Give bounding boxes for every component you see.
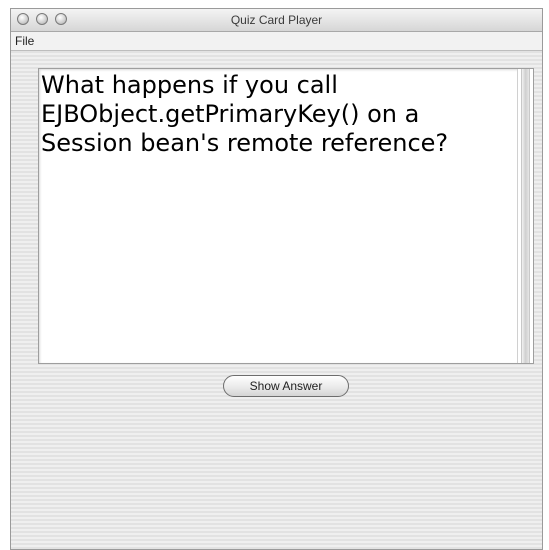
scrollbar-thumb[interactable] xyxy=(521,69,530,363)
menu-file[interactable]: File xyxy=(15,34,34,48)
vertical-scrollbar[interactable] xyxy=(517,69,533,363)
window-title: Quiz Card Player xyxy=(230,13,323,27)
question-text: What happens if you call EJBObject.getPr… xyxy=(41,71,449,157)
quiz-card-player-window: Quiz Card Player File What happens if yo… xyxy=(10,8,543,550)
menu-bar: File xyxy=(11,32,542,51)
title-bar: Quiz Card Player xyxy=(11,9,542,32)
show-answer-button[interactable]: Show Answer xyxy=(223,375,349,397)
question-text-area[interactable]: What happens if you call EJBObject.getPr… xyxy=(38,68,534,364)
